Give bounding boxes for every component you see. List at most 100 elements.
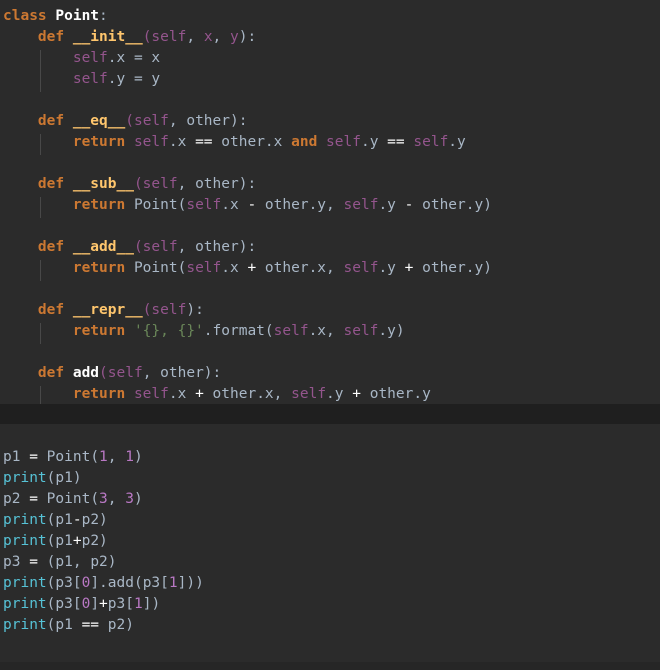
code-token: x	[203, 29, 213, 45]
code-token: self	[3, 71, 108, 87]
code-token: ):	[186, 302, 204, 318]
code-token: +	[352, 386, 361, 402]
code-token: add	[72, 365, 100, 381]
code-token: self	[186, 260, 222, 276]
code-token: __sub__	[72, 176, 134, 192]
code-line[interactable]: def __eq__(self, other):	[3, 111, 248, 132]
code-token: other.y)	[413, 197, 492, 213]
cell-separator	[0, 404, 660, 424]
code-token: (self	[142, 302, 187, 318]
code-token: (self	[125, 113, 169, 129]
code-line[interactable]: return Point(self.x + other.x, self.y + …	[3, 258, 492, 279]
code-token: .y	[378, 260, 405, 276]
code-token: -	[247, 197, 257, 213]
code-token: (p3[	[46, 596, 82, 612]
indent-guide	[40, 323, 41, 344]
code-token: self	[343, 260, 379, 276]
code-token: self	[343, 323, 379, 339]
script-code-cell[interactable]: p1 = Point(1, 1) print(p1) p2 = Point(3, 3…	[0, 424, 660, 670]
code-token: self	[413, 134, 449, 150]
code-token: .y	[360, 134, 388, 150]
code-token: p2)	[81, 533, 108, 549]
code-token: Point(	[37, 491, 100, 507]
code-token: __init__	[72, 29, 143, 45]
code-line[interactable]: print(p1+p2)	[3, 531, 108, 552]
code-token: p3	[3, 554, 30, 570]
code-token: ,	[186, 29, 204, 45]
code-token: .x	[168, 386, 196, 402]
code-line[interactable]: print(p3[0]+p3[1])	[3, 594, 160, 615]
editor-footer	[0, 662, 660, 670]
code-token: print	[3, 596, 47, 612]
code-line[interactable]: return self.x == other.x and self.y == s…	[3, 132, 466, 153]
code-token: -	[72, 512, 82, 528]
code-token: def	[3, 29, 73, 45]
code-token: return	[3, 323, 134, 339]
code-token: (p1	[46, 533, 73, 549]
code-token: .y = y	[107, 71, 161, 87]
indent-guide	[40, 260, 41, 281]
code-token: and	[291, 134, 327, 150]
code-token: other.x,	[256, 260, 344, 276]
code-line[interactable]: def add(self, other):	[3, 363, 221, 384]
code-line[interactable]: print(p1)	[3, 468, 82, 489]
code-line[interactable]: self.x = x	[3, 48, 160, 69]
code-line[interactable]: print(p1 == p2)	[3, 615, 134, 636]
code-token: .x = x	[107, 50, 161, 66]
code-line[interactable]: print(p3[0].add(p3[1]))	[3, 573, 204, 594]
code-token: , other):	[168, 113, 248, 129]
code-token: def	[3, 239, 73, 255]
code-token: .x,	[308, 323, 344, 339]
code-line[interactable]: p3 = (p1, p2)	[3, 552, 117, 573]
code-token: , other):	[177, 176, 257, 192]
code-token: 3	[99, 491, 108, 507]
code-token: (p3[	[46, 575, 82, 591]
code-token: return	[3, 260, 134, 276]
indent-guide	[40, 50, 41, 92]
code-line[interactable]: def __add__(self, other):	[3, 237, 256, 258]
code-token: class	[3, 8, 56, 24]
code-token: p2)	[99, 617, 134, 633]
code-line[interactable]: return Point(self.x - other.y, self.y - …	[3, 195, 492, 216]
code-token: (self	[142, 29, 187, 45]
code-token: y	[230, 29, 239, 45]
code-token: =	[29, 491, 38, 507]
code-token: , other):	[177, 239, 257, 255]
code-line[interactable]: def __init__(self, x, y):	[3, 27, 256, 48]
code-token: ==	[387, 134, 405, 150]
code-line[interactable]: def __sub__(self, other):	[3, 174, 256, 195]
indent-guide	[40, 197, 41, 218]
code-token: +	[72, 533, 82, 549]
code-token: self	[291, 386, 327, 402]
code-line[interactable]: print(p1-p2)	[3, 510, 108, 531]
code-line[interactable]: class Point:	[3, 6, 108, 27]
code-token: self	[343, 197, 379, 213]
code-line[interactable]: def __repr__(self):	[3, 300, 204, 321]
code-token: print	[3, 512, 47, 528]
code-line[interactable]: return '{}, {}'.format(self.x, self.y)	[3, 321, 405, 342]
code-token: .y	[326, 386, 353, 402]
code-token: ,	[212, 29, 231, 45]
code-token: other.y,	[256, 197, 344, 213]
code-line[interactable]: return self.x + other.x, self.y + other.…	[3, 384, 431, 405]
code-token: ,	[107, 449, 126, 465]
code-token: def	[3, 176, 73, 192]
code-token: self	[3, 50, 108, 66]
code-token: p2)	[81, 512, 108, 528]
code-token: return	[3, 386, 134, 402]
code-token: )	[133, 449, 143, 465]
code-token: .x	[168, 134, 196, 150]
code-line[interactable]: p2 = Point(3, 3)	[3, 489, 143, 510]
code-token: ]))	[177, 575, 204, 591]
code-line[interactable]: self.y = y	[3, 69, 160, 90]
code-token: other.x,	[203, 386, 292, 402]
code-token: return	[3, 197, 134, 213]
code-token: .x	[221, 260, 248, 276]
code-token: self	[326, 134, 361, 150]
code-token: '{}, {}'	[133, 323, 204, 339]
code-token: ):	[238, 29, 257, 45]
code-line[interactable]: p1 = Point(1, 1)	[3, 447, 143, 468]
code-token: def	[3, 113, 73, 129]
code-token: Point	[55, 8, 100, 24]
code-token: , other):	[142, 365, 222, 381]
